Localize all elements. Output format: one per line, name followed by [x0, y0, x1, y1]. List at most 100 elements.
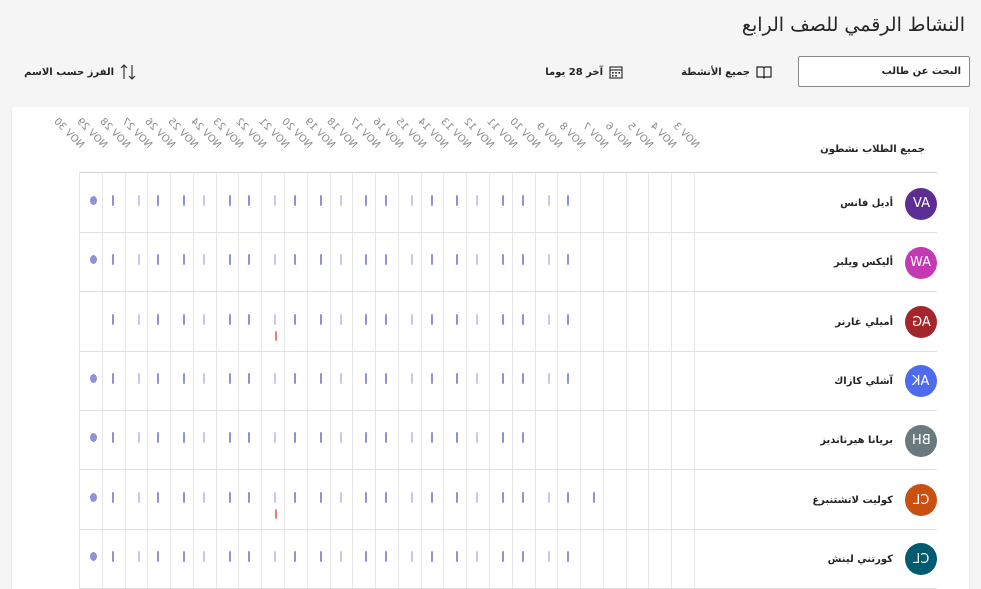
activity-mark[interactable]: [548, 550, 550, 562]
activities-filter-button[interactable]: جميع الأنشطة: [681, 62, 772, 82]
activity-mark[interactable]: [476, 491, 478, 503]
activity-mark[interactable]: [320, 550, 322, 562]
today-activity-dot[interactable]: [90, 196, 97, 205]
activity-mark[interactable]: [274, 491, 276, 503]
activity-mark[interactable]: [320, 195, 322, 206]
activity-mark[interactable]: [456, 550, 458, 562]
activity-mark[interactable]: [385, 491, 387, 503]
activity-mark[interactable]: [274, 372, 276, 384]
activity-mark[interactable]: [229, 254, 231, 266]
alert-mark[interactable]: [275, 330, 277, 341]
activity-mark[interactable]: [385, 372, 387, 384]
activity-mark[interactable]: [112, 491, 114, 503]
activity-mark[interactable]: [274, 432, 276, 444]
activity-mark[interactable]: [522, 491, 524, 503]
activity-mark[interactable]: [157, 313, 159, 325]
avatar[interactable]: CL: [905, 543, 937, 576]
activity-mark[interactable]: [365, 372, 367, 384]
activity-mark[interactable]: [294, 254, 296, 266]
avatar[interactable]: BH: [905, 424, 937, 457]
activity-mark[interactable]: [183, 195, 185, 206]
activity-mark[interactable]: [183, 550, 185, 562]
activity-mark[interactable]: [112, 372, 114, 384]
activity-mark[interactable]: [476, 372, 478, 384]
activity-mark[interactable]: [248, 432, 250, 444]
activity-mark[interactable]: [203, 254, 205, 266]
activity-mark[interactable]: [138, 313, 140, 325]
activity-mark[interactable]: [431, 550, 433, 562]
activity-mark[interactable]: [365, 491, 367, 503]
activity-mark[interactable]: [340, 372, 342, 384]
activity-mark[interactable]: [476, 550, 478, 562]
activity-mark[interactable]: [229, 550, 231, 562]
activity-mark[interactable]: [112, 432, 114, 444]
activity-mark[interactable]: [183, 491, 185, 503]
activity-mark[interactable]: [112, 195, 114, 206]
activity-mark[interactable]: [502, 254, 504, 266]
activity-mark[interactable]: [157, 254, 159, 266]
activity-mark[interactable]: [365, 313, 367, 325]
activity-mark[interactable]: [138, 372, 140, 384]
activity-mark[interactable]: [320, 491, 322, 503]
activity-mark[interactable]: [365, 550, 367, 562]
activity-mark[interactable]: [138, 432, 140, 444]
activity-mark[interactable]: [476, 195, 478, 206]
avatar[interactable]: AK: [905, 365, 937, 398]
today-activity-dot[interactable]: [90, 373, 97, 383]
activity-mark[interactable]: [567, 491, 569, 503]
activity-mark[interactable]: [431, 254, 433, 266]
activity-mark[interactable]: [248, 195, 250, 206]
activity-mark[interactable]: [229, 372, 231, 384]
activity-mark[interactable]: [112, 254, 114, 266]
activity-mark[interactable]: [294, 313, 296, 325]
activity-mark[interactable]: [522, 254, 524, 266]
student-name[interactable]: أميلي غارنر: [835, 317, 893, 328]
activity-mark[interactable]: [274, 313, 276, 325]
activity-mark[interactable]: [340, 550, 342, 562]
today-activity-dot[interactable]: [90, 255, 97, 265]
activity-mark[interactable]: [502, 195, 504, 206]
activity-mark[interactable]: [248, 313, 250, 325]
activity-mark[interactable]: [203, 195, 205, 206]
activity-mark[interactable]: [138, 550, 140, 562]
activity-mark[interactable]: [456, 491, 458, 503]
activity-mark[interactable]: [385, 195, 387, 206]
activity-mark[interactable]: [502, 550, 504, 562]
activity-mark[interactable]: [294, 550, 296, 562]
alert-mark[interactable]: [275, 508, 277, 519]
activity-mark[interactable]: [183, 372, 185, 384]
activity-mark[interactable]: [157, 195, 159, 206]
activity-mark[interactable]: [385, 432, 387, 444]
activity-mark[interactable]: [229, 491, 231, 503]
activity-mark[interactable]: [320, 313, 322, 325]
activity-mark[interactable]: [431, 432, 433, 444]
activity-mark[interactable]: [411, 313, 413, 325]
activity-mark[interactable]: [203, 491, 205, 503]
activity-mark[interactable]: [229, 313, 231, 325]
activity-mark[interactable]: [411, 491, 413, 503]
activity-mark[interactable]: [522, 313, 524, 325]
activity-mark[interactable]: [411, 550, 413, 562]
activity-mark[interactable]: [320, 372, 322, 384]
activity-mark[interactable]: [294, 432, 296, 444]
activity-mark[interactable]: [522, 372, 524, 384]
activity-mark[interactable]: [248, 550, 250, 562]
activity-mark[interactable]: [340, 432, 342, 444]
activity-mark[interactable]: [157, 372, 159, 384]
student-name[interactable]: كورتني لينش: [828, 554, 893, 565]
activity-mark[interactable]: [294, 491, 296, 503]
activity-mark[interactable]: [431, 372, 433, 384]
activity-mark[interactable]: [203, 313, 205, 325]
student-name[interactable]: آشلي كازاك: [834, 376, 893, 387]
activity-mark[interactable]: [411, 372, 413, 384]
activity-mark[interactable]: [548, 372, 550, 384]
activity-mark[interactable]: [411, 254, 413, 266]
activity-mark[interactable]: [456, 432, 458, 444]
activity-mark[interactable]: [365, 254, 367, 266]
activity-mark[interactable]: [456, 372, 458, 384]
activity-mark[interactable]: [203, 372, 205, 384]
activity-mark[interactable]: [365, 195, 367, 206]
student-name[interactable]: كوليت لاتشتنبرغ: [812, 495, 893, 506]
activity-mark[interactable]: [138, 254, 140, 266]
activity-mark[interactable]: [340, 195, 342, 206]
